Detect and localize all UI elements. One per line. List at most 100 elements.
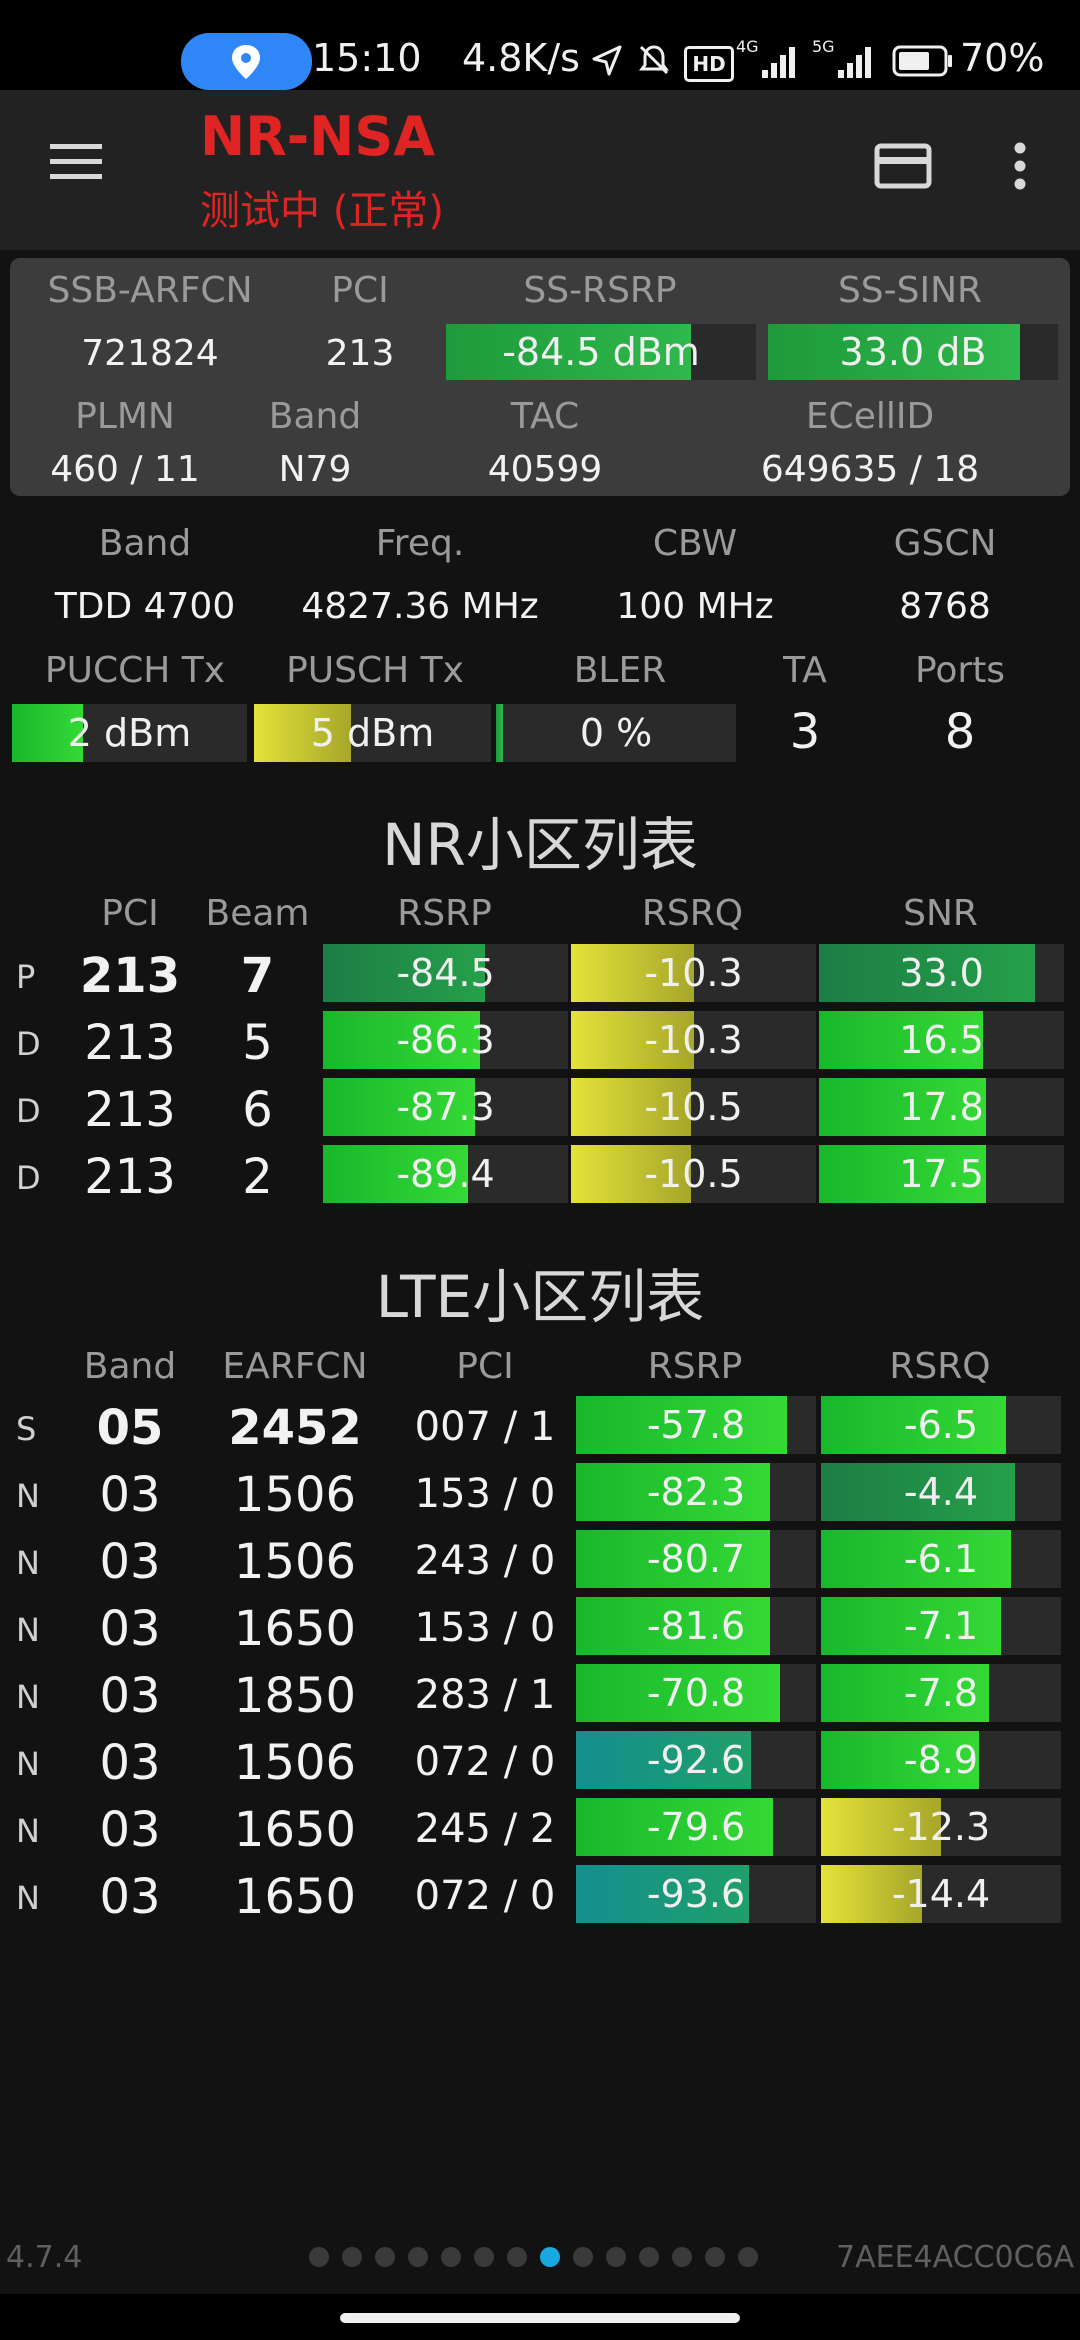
nr-row-type: D	[16, 1092, 41, 1130]
location-icon	[232, 45, 260, 79]
home-indicator[interactable]	[340, 2313, 740, 2323]
nr-header-pci: PCI	[101, 893, 159, 934]
lte-row-rsrq: -8.9	[903, 1738, 979, 1782]
lte-row-rsrp: -70.8	[646, 1671, 746, 1715]
lte-row-type: N	[16, 1745, 40, 1783]
lte-row-pci: 007 / 1	[414, 1404, 556, 1450]
pucch-tx-bar: 2 dBm	[12, 704, 247, 762]
lte-row-rsrq-bar: -7.1	[821, 1597, 1061, 1655]
lte-row-pci: 245 / 2	[414, 1806, 556, 1852]
page-dot[interactable]	[507, 2247, 527, 2267]
nr-row-pci: 213	[84, 1082, 176, 1138]
page-dot[interactable]	[309, 2247, 329, 2267]
lte-row-pci: 072 / 0	[414, 1739, 556, 1785]
page-dot-active[interactable]	[540, 2247, 560, 2267]
lte-row-pci: 072 / 0	[414, 1873, 556, 1919]
nr-row-type: P	[16, 958, 36, 996]
nr-row-rsrp-bar: -84.5	[323, 944, 568, 1002]
lte-row-earfcn: 1650	[233, 1869, 357, 1925]
lte-row-earfcn: 1506	[233, 1467, 357, 1523]
value-freq: 4827.36 MHz	[301, 586, 539, 627]
page-dot[interactable]	[672, 2247, 692, 2267]
lte-row-earfcn: 1850	[233, 1668, 357, 1724]
label-ta: TA	[783, 650, 827, 691]
lte-row-type: N	[16, 1879, 40, 1917]
lte-row-rsrp: -80.7	[646, 1537, 746, 1581]
app-status: 测试中 (正常)	[200, 188, 444, 234]
lte-row-pci: 243 / 0	[414, 1538, 556, 1584]
ss-rsrp-bar: -84.5 dBm	[446, 324, 756, 380]
5g-signal-icon: 5G	[812, 38, 871, 78]
label-ports: Ports	[914, 650, 1006, 691]
bler-value: 0 %	[579, 711, 653, 755]
pucch-tx-value: 2 dBm	[67, 711, 192, 755]
nr-row-rsrq-bar: -10.3	[571, 1011, 816, 1069]
nr-list-title: NR小区列表	[382, 811, 698, 879]
label-freq: Freq.	[375, 523, 465, 564]
lte-row-rsrp-bar: -81.6	[576, 1597, 816, 1655]
page-dot[interactable]	[738, 2247, 758, 2267]
lte-row-rsrp-bar: -82.3	[576, 1463, 816, 1521]
lte-row-rsrq: -7.1	[903, 1604, 979, 1648]
lte-row-rsrp: -81.6	[646, 1604, 746, 1648]
lte-header-pci: PCI	[456, 1346, 514, 1387]
status-time: 15:10	[312, 36, 422, 80]
nr-row-type: D	[16, 1159, 41, 1197]
page-dot[interactable]	[474, 2247, 494, 2267]
label-detail-band: Band	[98, 523, 192, 564]
lte-row-band: 03	[99, 1668, 161, 1724]
value-tac: 40599	[487, 449, 603, 490]
nr-row-rsrq-bar: -10.3	[571, 944, 816, 1002]
value-cbw: 100 MHz	[616, 586, 774, 627]
more-options-icon[interactable]	[1008, 140, 1032, 192]
hd-badge: HD	[684, 46, 734, 82]
page-dot[interactable]	[408, 2247, 428, 2267]
battery-icon	[892, 45, 952, 77]
nr-row-type: D	[16, 1025, 41, 1063]
label-band: Band	[268, 396, 362, 437]
lte-row-pci: 153 / 0	[414, 1471, 556, 1517]
page-dot[interactable]	[441, 2247, 461, 2267]
label-bler: BLER	[573, 650, 667, 691]
lte-row-type: S	[16, 1410, 37, 1448]
page-dot[interactable]	[639, 2247, 659, 2267]
page-dot[interactable]	[606, 2247, 626, 2267]
lte-row-rsrq: -6.5	[903, 1403, 979, 1447]
location-pill[interactable]	[181, 33, 312, 90]
lte-row-earfcn: 2452	[228, 1400, 362, 1456]
card-icon[interactable]	[874, 143, 932, 189]
value-plmn: 460 / 11	[50, 449, 200, 490]
menu-icon[interactable]	[48, 140, 104, 184]
lte-row-earfcn: 1650	[233, 1802, 357, 1858]
page-dot[interactable]	[375, 2247, 395, 2267]
value-band: N79	[278, 449, 352, 490]
page-dot[interactable]	[342, 2247, 362, 2267]
nr-row-rsrq: -10.3	[644, 1018, 743, 1062]
nr-row-rsrp-bar: -87.3	[323, 1078, 568, 1136]
lte-row-band: 03	[99, 1601, 161, 1657]
value-pci: 213	[325, 333, 395, 374]
page-dot[interactable]	[705, 2247, 725, 2267]
value-ecellid: 649635 / 18	[760, 449, 980, 490]
4g-signal-icon: 4G	[736, 38, 795, 78]
lte-header-rsrp: RSRP	[647, 1346, 743, 1387]
page-dot[interactable]	[573, 2247, 593, 2267]
lte-header-band: Band	[83, 1346, 177, 1387]
svg-text:5G: 5G	[812, 38, 835, 56]
device-id: 7AEE4ACC0C6A	[836, 2240, 1075, 2275]
nr-row-rsrq: -10.5	[644, 1085, 743, 1129]
lte-row-pci: 283 / 1	[414, 1672, 556, 1718]
nr-row-rsrq-bar: -10.5	[571, 1145, 816, 1203]
lte-row-rsrq: -12.3	[891, 1805, 991, 1849]
lte-row-earfcn: 1650	[233, 1601, 357, 1657]
label-cbw: CBW	[652, 523, 738, 564]
lte-row-rsrp: -79.6	[646, 1805, 746, 1849]
label-ss-rsrp: SS-RSRP	[523, 270, 677, 311]
lte-row-rsrq-bar: -6.1	[821, 1530, 1061, 1588]
lte-row-rsrq: -4.4	[903, 1470, 979, 1514]
nr-row-rsrp: -89.4	[396, 1152, 495, 1196]
label-tac: TAC	[510, 396, 580, 437]
label-ssb-arfcn: SSB-ARFCN	[47, 270, 253, 311]
nr-row-rsrp: -87.3	[396, 1085, 495, 1129]
lte-row-band: 03	[99, 1802, 161, 1858]
